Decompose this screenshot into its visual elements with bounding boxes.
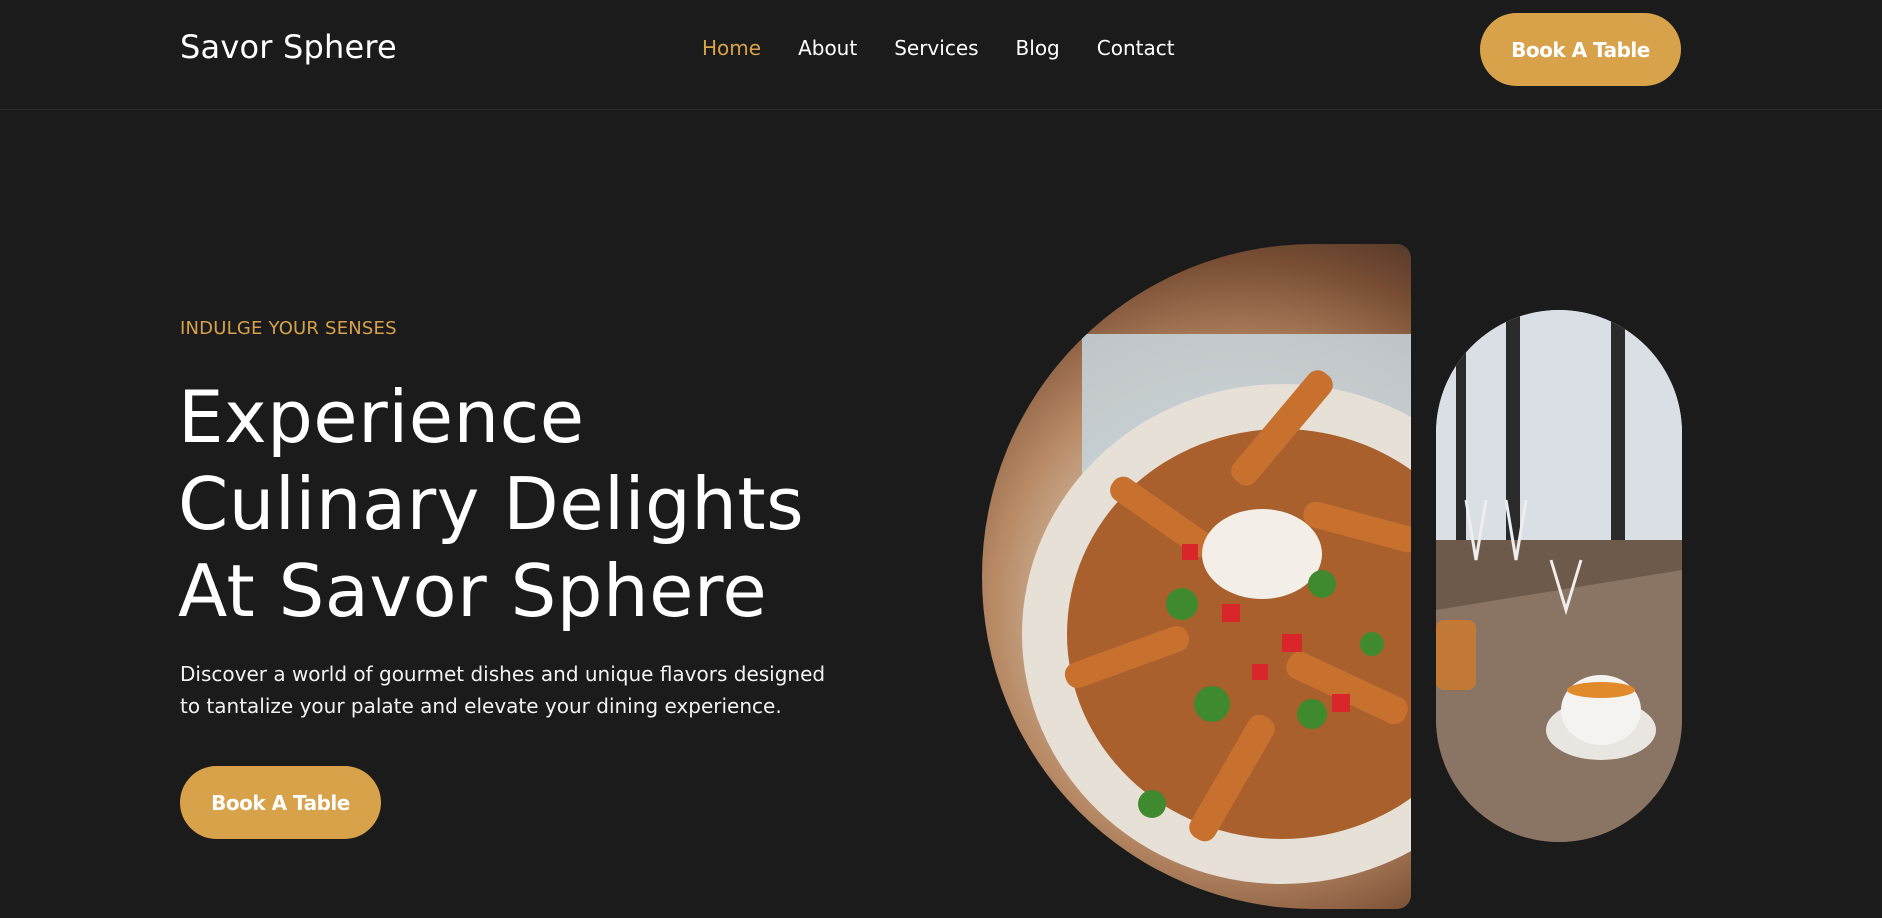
- dining-room-image: [1436, 310, 1682, 842]
- nav-contact[interactable]: Contact: [1097, 36, 1175, 60]
- nav-services[interactable]: Services: [894, 36, 978, 60]
- nav-home[interactable]: Home: [702, 36, 761, 60]
- hero-eyebrow: INDULGE YOUR SENSES: [180, 318, 397, 339]
- food-dish-illustration: [1022, 334, 1411, 884]
- dining-room-illustration: [1436, 310, 1682, 842]
- nav-blog[interactable]: Blog: [1016, 36, 1060, 60]
- hero-book-table-button[interactable]: Book A Table: [180, 766, 381, 839]
- main-nav: Home About Services Blog Contact: [702, 36, 1212, 60]
- food-dish-image: [982, 244, 1411, 909]
- header-book-table-button[interactable]: Book A Table: [1480, 13, 1681, 86]
- site-header: Savor Sphere Home About Services Blog Co…: [0, 0, 1882, 110]
- hero-headline: Experience Culinary Delights At Savor Sp…: [178, 375, 805, 633]
- logo[interactable]: Savor Sphere: [180, 28, 397, 66]
- nav-about[interactable]: About: [798, 36, 857, 60]
- hero-description: Discover a world of gourmet dishes and u…: [180, 662, 826, 718]
